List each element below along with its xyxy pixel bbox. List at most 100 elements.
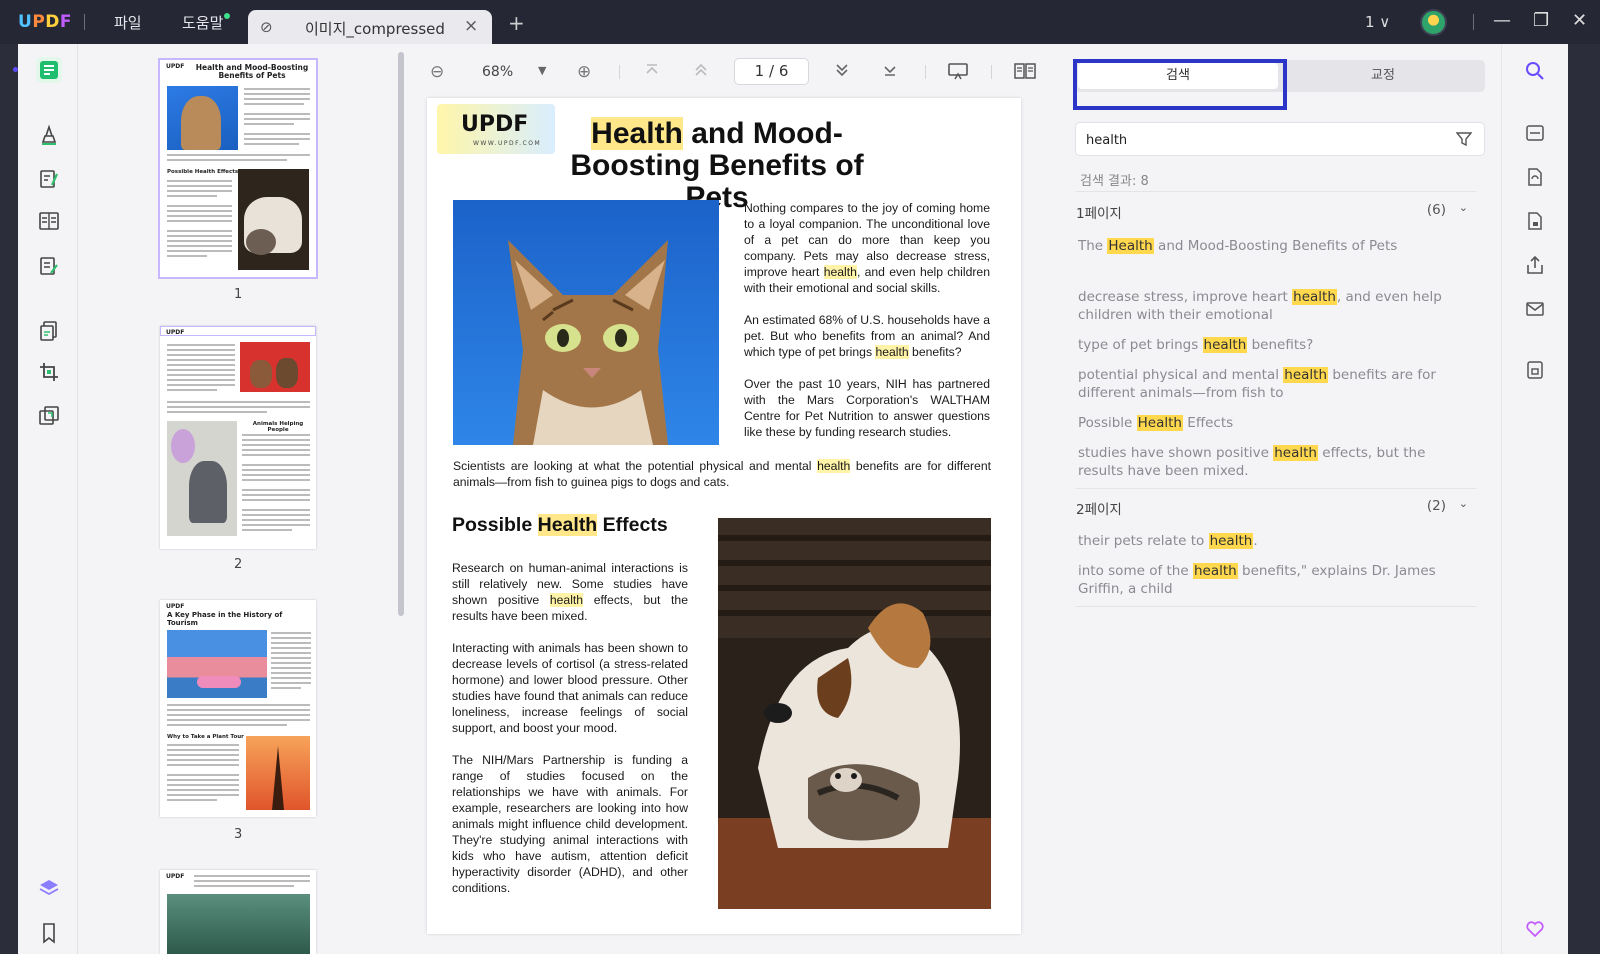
document-area: ⊖ 68% ▼ ⊕ 1 / 6 UPDF WWW.UPDF.COM Health… xyxy=(410,44,1058,954)
search-result-item[interactable]: type of pet brings health benefits? xyxy=(1078,336,1473,354)
tab-proofread[interactable]: 교정 xyxy=(1285,63,1481,89)
page-display-mode-icon[interactable] xyxy=(1014,62,1036,85)
thumbnail-panel: UPDF Health and Mood-Boosting Benefits o… xyxy=(78,44,410,954)
search-result-count: 검색 결과: 8 xyxy=(1080,174,1149,189)
divider xyxy=(991,65,992,79)
result-group-page-1[interactable]: 1페이지 (6) ⌄ xyxy=(1076,201,1476,222)
divider xyxy=(1076,488,1476,489)
updf-logo[interactable]: UPDF xyxy=(18,12,72,32)
comment-highlighter-icon[interactable] xyxy=(36,122,62,148)
search-highlight: Health xyxy=(591,117,683,150)
organize-pages-icon[interactable] xyxy=(36,318,62,344)
thumb-street-image xyxy=(167,630,267,698)
bookmark-icon[interactable] xyxy=(36,920,62,946)
search-panel: 검색 교정 검색 결과: 8 1페이지 (6) ⌄ The Health and… xyxy=(1058,44,1501,954)
zoom-out-icon[interactable]: ⊖ xyxy=(430,62,444,82)
search-highlight: health xyxy=(875,345,909,359)
watermark-url: WWW.UPDF.COM xyxy=(473,140,542,147)
minimize-button[interactable]: — xyxy=(1493,10,1511,31)
result-group-label: 1페이지 xyxy=(1076,206,1122,222)
thumbnail-scrollbar[interactable] xyxy=(398,52,404,616)
zoom-in-icon[interactable]: ⊕ xyxy=(577,62,591,82)
presentation-mode-icon[interactable] xyxy=(948,62,968,85)
chevron-down-icon[interactable]: ⌄ xyxy=(1459,201,1468,214)
search-result-item[interactable]: into some of the health benefits," expla… xyxy=(1078,562,1473,598)
active-indicator xyxy=(13,67,18,72)
zoom-dropdown-icon[interactable]: ▼ xyxy=(538,64,546,77)
menu-file[interactable]: 파일 xyxy=(114,12,142,33)
thumb-section: Animals Helping People xyxy=(252,421,304,433)
thumb-lake-image xyxy=(167,894,310,954)
thumb-dogs-image xyxy=(240,342,310,392)
search-result-item[interactable]: potential physical and mental health ben… xyxy=(1078,366,1473,402)
paragraph-7: The NIH/Mars Partnership is funding a ra… xyxy=(452,753,688,895)
thumb-stamp: UPDF xyxy=(166,603,185,610)
divider xyxy=(1473,14,1474,30)
search-result-item[interactable]: Possible Health Effects xyxy=(1078,414,1473,432)
save-icon[interactable] xyxy=(1522,357,1548,383)
zoom-level[interactable]: 68% xyxy=(482,64,513,80)
filter-icon[interactable] xyxy=(1455,131,1473,151)
ocr-icon[interactable] xyxy=(1522,120,1548,146)
divider xyxy=(619,65,620,79)
search-field[interactable] xyxy=(1075,122,1485,156)
window-count-dropdown[interactable]: 1 ∨ xyxy=(1365,13,1390,31)
thumb-title: A Key Phase in the History of Tourism xyxy=(167,611,283,627)
search-highlight: Health xyxy=(537,514,598,536)
page-thumbnail-3[interactable]: UPDF A Key Phase in the History of Touri… xyxy=(160,600,316,817)
section-heading: Possible Health Effects xyxy=(452,514,668,536)
form-edit-icon[interactable] xyxy=(36,253,62,279)
page-thumbnail-4[interactable]: UPDF xyxy=(160,870,316,954)
divider xyxy=(1076,191,1476,192)
restore-button[interactable]: ❐ xyxy=(1533,10,1549,31)
crop-pages-icon[interactable] xyxy=(36,359,62,385)
convert-pdf-icon[interactable] xyxy=(1522,164,1548,190)
paragraph-5: Research on human-animal interactions is… xyxy=(452,561,688,623)
next-page-icon[interactable] xyxy=(834,62,850,83)
search-result-item[interactable]: studies have shown positive health effec… xyxy=(1078,444,1473,480)
page-thumbnail-2[interactable]: UPDF Animals Helping People xyxy=(160,326,316,549)
thumb-dog-image xyxy=(238,169,309,270)
paragraph-4: Scientists are looking at what the poten… xyxy=(453,459,992,489)
search-result-item[interactable]: The Health and Mood-Boosting Benefits of… xyxy=(1078,237,1473,255)
menu-help[interactable]: 도움말 xyxy=(182,12,223,33)
thumb-stamp: UPDF xyxy=(166,63,185,70)
new-tab-button[interactable]: + xyxy=(508,11,525,35)
ai-assistant-icon[interactable] xyxy=(1522,916,1548,942)
paragraph-1: Nothing compares to the joy of coming ho… xyxy=(744,201,990,295)
paragraph-3: Over the past 10 years, NIH has partnere… xyxy=(744,377,990,439)
search-result-item[interactable]: their pets relate to health. xyxy=(1078,532,1473,550)
last-page-icon[interactable] xyxy=(882,62,898,83)
page-layout-icon[interactable] xyxy=(36,208,62,234)
chevron-down-icon[interactable]: ⌄ xyxy=(1459,497,1468,510)
thumb-section: Why to Take a Plant Tour xyxy=(167,734,244,740)
protect-pdf-icon[interactable] xyxy=(1522,208,1548,234)
previous-page-icon[interactable] xyxy=(693,62,709,83)
email-icon[interactable] xyxy=(1522,296,1548,322)
dog-and-cat-photo xyxy=(718,518,991,909)
layers-icon[interactable] xyxy=(36,875,62,901)
share-icon[interactable] xyxy=(1522,252,1548,278)
document-tab[interactable]: ⊘ 이미지_compressed × xyxy=(248,10,492,44)
divider xyxy=(1076,606,1476,607)
page-thumbnail-1[interactable]: UPDF Health and Mood-Boosting Benefits o… xyxy=(158,58,318,279)
first-page-icon[interactable] xyxy=(644,62,660,83)
close-window-button[interactable]: ✕ xyxy=(1572,10,1587,31)
result-group-page-2[interactable]: 2페이지 (2) ⌄ xyxy=(1076,497,1476,518)
right-tool-rail xyxy=(1501,44,1568,954)
thumb-cat-image xyxy=(167,86,238,150)
result-group-count: (6) xyxy=(1426,202,1446,218)
compress-tools-icon[interactable] xyxy=(36,403,62,429)
thumbnail-page-number: 2 xyxy=(234,557,243,572)
edit-pdf-icon[interactable] xyxy=(36,166,62,192)
tab-close-button[interactable]: × xyxy=(464,16,478,36)
divider xyxy=(84,14,85,30)
user-avatar[interactable] xyxy=(1420,9,1447,36)
search-result-item[interactable]: decrease stress, improve heart health, a… xyxy=(1078,288,1473,324)
search-icon[interactable] xyxy=(1522,58,1548,84)
search-input[interactable] xyxy=(1086,130,1446,150)
result-group-count: (2) xyxy=(1426,498,1446,514)
reader-mode-icon[interactable] xyxy=(36,57,62,83)
page-number-field[interactable]: 1 / 6 xyxy=(734,58,809,85)
total-pages: 6 xyxy=(778,62,789,80)
